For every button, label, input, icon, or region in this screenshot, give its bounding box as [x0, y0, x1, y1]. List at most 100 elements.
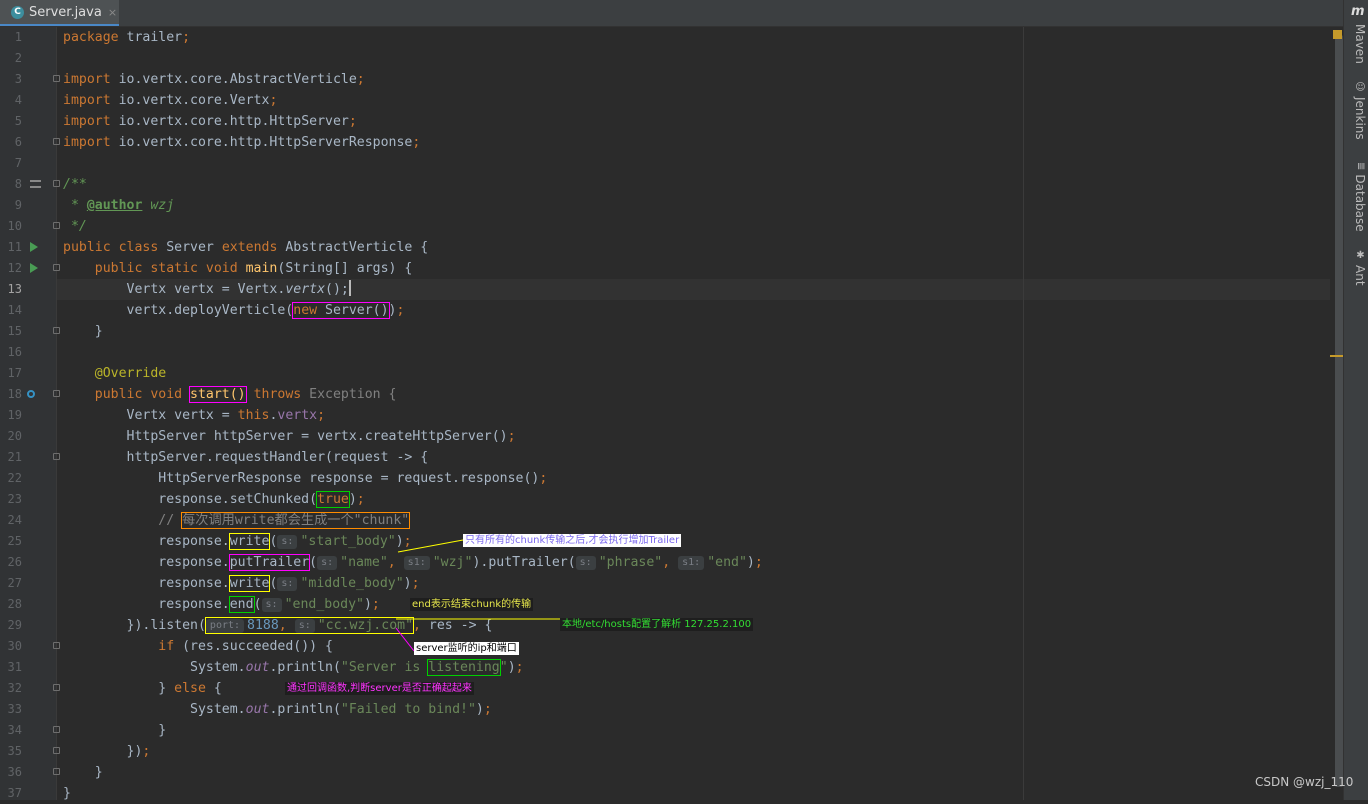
line-number: 12 — [7, 261, 22, 275]
code-line-14: vertx.deployVerticle(new Server()); — [63, 302, 405, 319]
callout-hosts-note: 本地/etc/hosts配置了解析 127.25.2.100 — [560, 618, 754, 631]
tab-filename: Server.java — [29, 4, 102, 20]
line-number: 27 — [7, 576, 22, 590]
toolwindow-database[interactable]: ≣ Database — [1347, 162, 1367, 232]
code-line-33: System.out.println("Failed to bind!"); — [63, 702, 492, 717]
override-icon[interactable] — [27, 390, 35, 398]
jenkins-icon: ☺ — [1355, 82, 1366, 93]
line-number: 26 — [7, 555, 22, 569]
code-line-21: httpServer.requestHandler(request -> { — [63, 450, 429, 465]
line-number: 36 — [7, 765, 22, 779]
editor-tab-bar: C Server.java × — [0, 0, 1343, 27]
code-line-30: if (res.succeeded()) { — [158, 639, 333, 654]
line-number: 37 — [7, 786, 22, 800]
code-line-13: Vertx vertx = Vertx.vertx(); — [63, 280, 351, 297]
run-icon[interactable] — [30, 263, 38, 273]
render-doc-icon[interactable] — [30, 180, 41, 188]
line-number: 34 — [7, 723, 22, 737]
code-line-20: HttpServer httpServer = vertx.createHttp… — [63, 429, 516, 444]
line-number: 8 — [14, 177, 22, 191]
line-number: 24 — [7, 513, 22, 527]
toolwindow-database-label: Database — [1353, 174, 1367, 232]
toolwindow-jenkins-label: Jenkins — [1353, 97, 1367, 140]
code-line-18: public void start() throws Exception { — [63, 386, 397, 403]
line-number: 4 — [14, 93, 22, 107]
line-number: 20 — [7, 429, 22, 443]
code-line-35: }); — [63, 744, 151, 759]
line-number: 2 — [14, 51, 22, 65]
line-number: 14 — [7, 303, 22, 317]
class-icon: C — [11, 5, 24, 19]
tab-server-java[interactable]: C Server.java × — [0, 0, 119, 26]
line-number: 30 — [7, 639, 22, 653]
scroll-marker[interactable] — [1330, 355, 1343, 357]
callout-listen-note: server监听的ip和端口 — [414, 642, 519, 655]
toolwindow-jenkins[interactable]: ☺ Jenkins — [1347, 82, 1367, 140]
code-line-4: import io.vertx.core.Vertx; — [63, 93, 278, 108]
code-line-22: HttpServerResponse response = request.re… — [63, 471, 548, 486]
line-number: 17 — [7, 366, 22, 380]
code-line-6: import io.vertx.core.http.HttpServerResp… — [63, 135, 421, 150]
code-line-11: public class Server extends AbstractVert… — [63, 240, 429, 255]
line-number: 29 — [7, 618, 22, 632]
line-number: 13 — [7, 282, 22, 296]
line-number: 7 — [14, 156, 22, 170]
line-number: 35 — [7, 744, 22, 758]
line-number: 5 — [14, 114, 22, 128]
line-number: 1 — [14, 30, 22, 44]
code-line-15: } — [63, 324, 103, 339]
line-number: 11 — [7, 240, 22, 254]
code-line-32: } else { — [63, 681, 222, 696]
line-number: 32 — [7, 681, 22, 695]
line-number: 33 — [7, 702, 22, 716]
code-line-23: response.setChunked(true); — [63, 491, 365, 508]
line-number: 18 — [7, 387, 22, 401]
line-number-gutter[interactable]: 1 2 3 4 5 6 7 8 9 10 11 12 13 14 15 16 17 18 19 20 21 22 23 24 2… — [0, 27, 60, 800]
line-number: 15 — [7, 324, 22, 338]
line-number: 21 — [7, 450, 22, 464]
toolwindow-ant[interactable]: ✱ Ant — [1347, 250, 1367, 286]
callout-callback-note: 通过回调函数,判断server是否正确起起来 — [285, 682, 474, 695]
line-number: 19 — [7, 408, 22, 422]
code-line-34: } — [63, 723, 167, 738]
code-line-19: Vertx vertx = this.vertx; — [63, 408, 326, 423]
line-number: 9 — [14, 198, 22, 212]
line-number: 6 — [14, 135, 22, 149]
code-line-5: import io.vertx.core.http.HttpServer; — [63, 114, 357, 129]
callout-trailer-note: 只有所有的chunk传输之后,才会执行增加Trailer — [463, 534, 682, 547]
warning-indicator-icon[interactable] — [1333, 30, 1342, 39]
line-number: 23 — [7, 492, 22, 506]
code-line-31: System.out.println("Server is listening"… — [63, 659, 524, 676]
toolwindow-maven-label: Maven — [1353, 24, 1367, 64]
line-number: 25 — [7, 534, 22, 548]
run-icon[interactable] — [30, 242, 38, 252]
vertical-scrollbar[interactable] — [1330, 27, 1343, 800]
ant-icon: ✱ — [1355, 250, 1366, 261]
line-number: 3 — [14, 72, 22, 86]
callout-end-note: end表示结束chunk的传输 — [410, 598, 534, 611]
code-line-27: response.write(s: "middle_body"); — [63, 575, 420, 592]
code-line-25: response.write(s: "start_body"); — [63, 533, 412, 550]
line-number: 10 — [7, 219, 22, 233]
code-line-10: */ — [63, 219, 87, 234]
line-number: 28 — [7, 597, 22, 611]
scroll-thumb[interactable] — [1335, 35, 1343, 787]
code-line-8: /** — [63, 177, 87, 192]
code-line-1: package trailer; — [63, 30, 191, 45]
tool-window-strip: m Maven ☺ Jenkins ≣ Database ✱ Ant — [1343, 0, 1368, 800]
toolwindow-maven[interactable]: Maven — [1347, 24, 1367, 64]
toolwindow-ant-label: Ant — [1353, 265, 1367, 286]
code-line-24: // 每次调用write都会生成一个"chunk" — [63, 512, 411, 529]
code-line-29: }).listen(port: 8188, s: "cc.wzj.com", res… — [63, 617, 493, 634]
code-editor[interactable]: package trailer; import io.vertx.core.Ab… — [57, 27, 1330, 800]
code-line-12: public static void main(String[] args) { — [63, 261, 413, 276]
database-icon: ≣ — [1355, 162, 1366, 171]
code-line-17: @Override — [63, 366, 167, 381]
watermark: CSDN @wzj_110 — [1255, 775, 1354, 789]
code-line-26: response.putTrailer(s: "name", s1: "wzj").… — [63, 554, 763, 571]
code-line-37: } — [63, 786, 71, 800]
close-icon[interactable]: × — [108, 6, 117, 19]
code-line-28: response.end(s: "end_body"); — [63, 596, 380, 613]
code-line-36: } — [63, 765, 103, 780]
line-number: 16 — [7, 345, 22, 359]
